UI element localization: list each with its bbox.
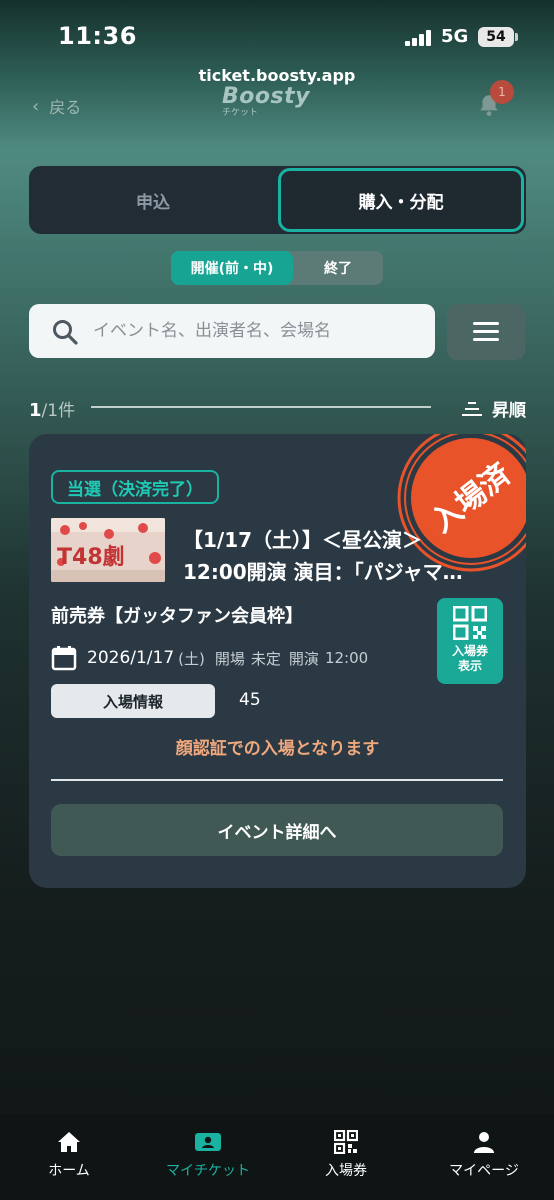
open-time: 未定	[250, 649, 281, 668]
open-label: 開場	[214, 649, 245, 668]
entered-stamp: 入場済	[397, 434, 526, 572]
entry-number: 45	[239, 690, 261, 710]
event-title-line1: 【1/17（土）】＜昼公演＞	[183, 528, 423, 552]
result-count-row: 1/1件 昇順	[29, 396, 526, 421]
search-input[interactable]	[93, 304, 423, 358]
tab-my-page-label: マイページ	[449, 1163, 519, 1179]
toggle-ongoing[interactable]: 開催(前・中)	[171, 251, 293, 285]
tab-my-page[interactable]: マイページ	[424, 1130, 544, 1180]
ticket-type: 前売券【ガッタファン会員枠】	[51, 606, 303, 627]
filter-menu-button[interactable]	[447, 304, 525, 360]
network-type: 5G	[441, 26, 469, 47]
event-date-row: 2026/1/17 (土) 開場 未定 開演 12:00	[51, 644, 368, 672]
tab-application[interactable]: 申込	[29, 166, 277, 234]
application-purchase-segment: 申込 購入・分配	[29, 166, 526, 234]
event-period-toggle: 開催(前・中) 終了	[171, 251, 383, 285]
tab-home-label: ホーム	[48, 1163, 90, 1179]
status-badge: 当選（決済完了）	[51, 470, 219, 504]
app-logo: Boosty チケット	[222, 84, 310, 118]
status-time: 11:36	[58, 22, 137, 50]
browser-url[interactable]: ticket.boosty.app	[0, 66, 554, 85]
tab-entry-ticket-label: 入場券	[325, 1163, 367, 1179]
card-divider	[51, 779, 503, 781]
bottom-tab-bar: ホーム マイチケット 入場券 マイページ	[0, 1114, 554, 1200]
back-button[interactable]: ‹ 戻る	[32, 94, 81, 118]
tab-my-ticket-label: マイチケット	[166, 1163, 250, 1179]
divider	[91, 406, 431, 408]
start-time: 12:00	[324, 649, 369, 667]
event-thumbnail[interactable]: T48劇	[51, 518, 165, 582]
toggle-ended[interactable]: 終了	[293, 251, 383, 285]
start-label: 開演	[288, 649, 319, 668]
menu-icon	[473, 322, 499, 325]
event-detail-button[interactable]: イベント詳細へ	[51, 804, 503, 856]
event-day: (土)	[178, 649, 205, 668]
status-bar: 11:36 5G 54	[0, 0, 554, 70]
notification-badge: 1	[490, 80, 514, 104]
search-icon	[53, 320, 78, 345]
result-count: 1/1件	[29, 400, 76, 421]
battery-icon: 54	[478, 27, 518, 47]
person-icon	[474, 1132, 494, 1153]
app-header: ‹ 戻る Boosty チケット 1	[0, 80, 554, 128]
tab-home[interactable]: ホーム	[9, 1130, 129, 1180]
event-date: 2026/1/17	[87, 648, 175, 668]
sort-label: 昇順	[492, 401, 526, 421]
back-label: 戻る	[49, 98, 82, 117]
search-box	[29, 304, 435, 358]
face-auth-notice: 顔認証での入場となります	[175, 739, 380, 759]
calendar-icon	[51, 646, 77, 671]
tab-purchase-distribution[interactable]: 購入・分配	[278, 168, 524, 232]
ticket-card: 入場済 当選（決済完了） T48劇 【1/17（土）】＜昼公演＞ 12:00開演…	[29, 434, 526, 888]
ticket-icon	[195, 1133, 221, 1151]
chevron-left-icon: ‹	[32, 95, 40, 117]
event-title-line2: 12:00開演 演目：「パジャマ…	[183, 560, 463, 584]
show-ticket-label: 入場券 表示	[451, 644, 488, 673]
signal-icon	[405, 30, 433, 46]
show-ticket-button[interactable]: 入場券 表示	[437, 598, 503, 684]
sort-icon	[462, 400, 482, 418]
sort-button[interactable]: 昇順	[462, 396, 526, 421]
entry-info-label: 入場情報	[51, 684, 215, 718]
thumbnail-text: T48劇	[57, 545, 125, 570]
tab-entry-ticket[interactable]: 入場券	[286, 1130, 406, 1180]
tab-my-ticket[interactable]: マイチケット	[148, 1130, 268, 1180]
home-icon	[58, 1132, 80, 1152]
qr-code-icon	[334, 1130, 358, 1154]
qr-code-icon	[453, 606, 487, 640]
